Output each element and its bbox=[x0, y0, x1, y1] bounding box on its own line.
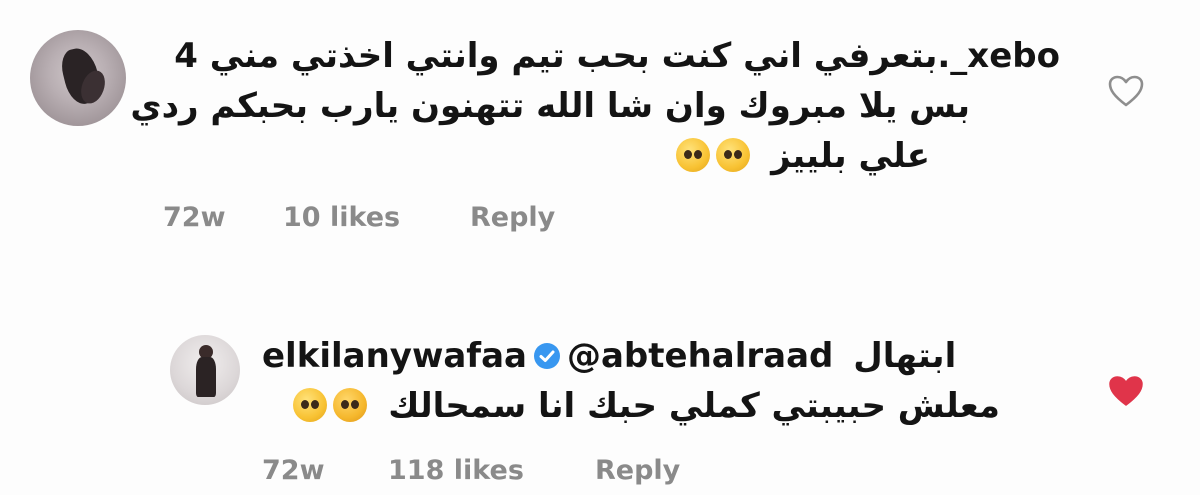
comment-line: علي بلييز bbox=[673, 136, 930, 178]
username[interactable]: elkilanywafaa bbox=[262, 336, 527, 376]
comment-line: بتعرفي اني كنت بحب تيم وانتي اخذتي مني 4… bbox=[160, 36, 1060, 76]
verified-badge-icon bbox=[533, 342, 560, 369]
comment-text: معلش حبيبتي كملي حبك انا سمحالك bbox=[388, 386, 1000, 426]
reply-button[interactable]: Reply bbox=[470, 202, 555, 233]
comments-panel: بتعرفي اني كنت بحب تيم وانتي اخذتي مني 4… bbox=[0, 0, 1200, 495]
comment-time: 72w bbox=[163, 202, 226, 233]
comment-text: ابتهال bbox=[853, 336, 957, 376]
comment-time: 72w bbox=[262, 455, 325, 486]
comment-line: معلش حبيبتي كملي حبك انا سمحالك bbox=[290, 386, 1000, 428]
pleading-face-emoji bbox=[716, 137, 751, 172]
like-heart-icon[interactable] bbox=[1108, 75, 1144, 107]
reply-button[interactable]: Reply bbox=[595, 455, 680, 486]
avatar[interactable] bbox=[170, 335, 240, 405]
comment-text: بتعرفي اني كنت بحب تيم وانتي اخذتي مني bbox=[209, 36, 938, 76]
likes-count[interactable]: 10 likes bbox=[283, 202, 400, 233]
grinning-face-emoji bbox=[293, 387, 328, 422]
liked-heart-icon[interactable] bbox=[1108, 375, 1144, 407]
comment-text: علي بلييز bbox=[771, 136, 930, 176]
avatar[interactable] bbox=[30, 30, 126, 126]
pleading-face-emoji bbox=[676, 137, 711, 172]
kissing-face-emoji bbox=[333, 387, 368, 422]
comment-text: بس يلا مبروك وان شا الله تتهنون يارب بحب… bbox=[130, 86, 970, 126]
comment-line: elkilanywafaa @abtehalraad ابتهال bbox=[262, 336, 956, 376]
mention-link[interactable]: @abtehalraad bbox=[567, 336, 833, 376]
likes-count[interactable]: 118 likes bbox=[388, 455, 524, 486]
